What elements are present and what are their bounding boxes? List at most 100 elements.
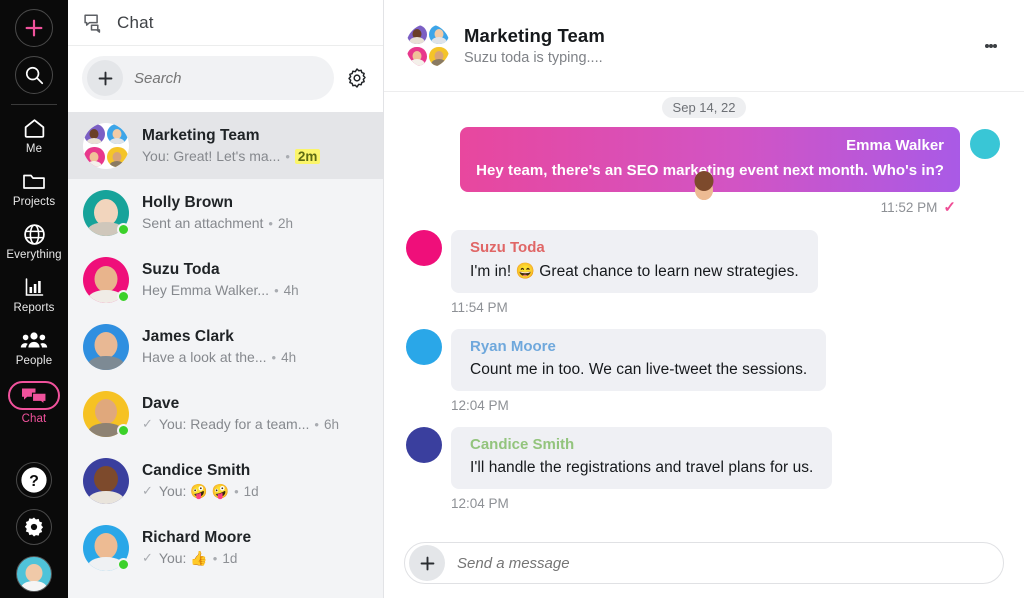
separator-dot: • <box>268 215 273 231</box>
group-avatar <box>406 23 450 68</box>
conversation-preview: Have a look at the... <box>142 349 267 365</box>
sidebar-item-reports[interactable]: Reports <box>0 268 68 321</box>
gear-icon <box>24 517 44 537</box>
search-input[interactable] <box>134 69 334 87</box>
svg-text:?: ? <box>29 473 39 490</box>
list-item[interactable]: Candice Smith ✓ You: 🤪 🤪 • 1d <box>68 447 383 514</box>
conversation-list: Marketing Team You: Great! Let's ma... •… <box>68 112 383 598</box>
conversation-preview: You: 👍 <box>158 549 208 566</box>
chat-active-pill <box>8 381 60 410</box>
sidebar-item-everything[interactable]: Everything <box>0 215 68 268</box>
rail-nav-items: Me Projects Everything Reports People Ch… <box>0 109 68 432</box>
message-thread: Sep 14, 22 Emma Walker Hey team, there's… <box>384 92 1024 532</box>
add-button[interactable] <box>15 9 53 47</box>
search-icon <box>25 66 44 85</box>
conversation-name: Richard Moore <box>142 528 252 546</box>
rail-top-actions <box>15 0 53 94</box>
conversation-name: Holly Brown <box>142 194 233 211</box>
avatar <box>83 524 130 571</box>
more-options-button[interactable] <box>978 30 1004 62</box>
timestamp: 2h <box>277 215 294 231</box>
separator-dot: • <box>274 282 279 298</box>
chat-application: Me Projects Everything Reports People Ch… <box>0 0 1024 598</box>
sidebar-item-label: Chat <box>21 413 47 425</box>
list-item[interactable]: Dave ✓ You: Ready for a team... • 6h <box>68 380 383 447</box>
plus-icon <box>420 556 434 570</box>
new-chat-button[interactable] <box>87 60 123 96</box>
online-indicator <box>117 423 130 437</box>
list-item[interactable]: Richard Moore ✓ You: 👍 • 1d <box>68 514 383 581</box>
separator-dot: • <box>285 148 290 164</box>
search-box[interactable] <box>82 56 334 100</box>
conversation-title: Marketing Team <box>464 25 605 46</box>
chat-bubbles-icon <box>22 388 47 404</box>
settings-button[interactable] <box>16 509 52 545</box>
rail-divider <box>11 104 57 105</box>
date-separator-label: Sep 14, 22 <box>661 96 747 118</box>
conversation-preview: Sent an attachment <box>142 215 264 231</box>
list-header: Chat <box>68 0 383 46</box>
online-indicator <box>117 222 130 236</box>
avatar[interactable] <box>16 556 52 592</box>
sidebar-item-projects[interactable]: Projects <box>0 162 68 215</box>
chat-bubbles-icon <box>84 13 101 33</box>
avatar <box>83 256 130 303</box>
separator-dot: • <box>271 349 277 365</box>
list-item[interactable]: Marketing Team You: Great! Let's ma... •… <box>68 112 383 179</box>
sidebar-item-label: Projects <box>12 196 56 208</box>
conversation-preview: Hey Emma Walker... <box>142 282 270 298</box>
list-item[interactable]: Holly Brown Sent an attachment • 2h <box>68 179 383 246</box>
help-button[interactable]: ? <box>16 462 52 498</box>
people-icon <box>20 328 48 352</box>
typing-status: Suzu toda is typing.... <box>464 50 603 66</box>
sidebar-item-label: Reports <box>13 302 55 314</box>
globe-icon <box>22 222 47 246</box>
conversation-list-panel: Chat Search Marketing Team You: Great! L… <box>68 0 384 598</box>
attach-button[interactable] <box>409 545 445 581</box>
conversation-panel: Marketing Team Suzu toda is typing.... S… <box>384 0 1024 598</box>
plus-icon <box>25 19 43 37</box>
sidebar-item-label: Everything <box>6 249 62 261</box>
search-row <box>68 46 383 112</box>
conversation-preview: You: Ready for a team... <box>158 416 310 432</box>
search-button[interactable] <box>15 56 53 94</box>
kebab-dot <box>993 43 997 48</box>
message-incoming: Candice Smith I'll handle the registrati… <box>406 171 1002 489</box>
sidebar-item-people[interactable]: People <box>0 321 68 374</box>
message-input[interactable] <box>457 554 1003 572</box>
list-item[interactable]: James Clark Have a look at the... • 4h <box>68 313 383 380</box>
avatar <box>406 171 714 463</box>
gear-icon <box>348 68 366 88</box>
timestamp: 4h <box>283 282 299 298</box>
timestamp: 4h <box>281 349 297 365</box>
plus-icon <box>98 71 112 85</box>
read-receipt-icon: ✓ <box>142 416 153 431</box>
page-title: Chat <box>117 12 154 32</box>
online-indicator <box>117 289 130 303</box>
list-settings-button[interactable] <box>342 63 372 93</box>
conversation-name: Marketing Team <box>142 127 260 144</box>
left-nav-rail: Me Projects Everything Reports People Ch… <box>0 0 68 598</box>
question-mark-icon: ? <box>21 467 47 493</box>
conversation-preview: You: 🤪 🤪 <box>158 482 230 499</box>
home-icon <box>22 116 47 140</box>
conversation-name: Candice Smith <box>142 461 251 479</box>
conversation-name: Suzu Toda <box>142 261 220 278</box>
separator-dot: • <box>234 483 239 499</box>
avatar <box>83 390 130 437</box>
sidebar-item-chat[interactable]: Chat <box>0 374 68 432</box>
conversation-name: James Clark <box>142 328 234 345</box>
bar-chart-icon <box>22 275 47 299</box>
sidebar-item-me[interactable]: Me <box>0 109 68 162</box>
sidebar-item-label: People <box>15 355 53 367</box>
composer-box[interactable] <box>404 542 1004 584</box>
avatar <box>83 122 129 169</box>
read-receipt-icon: ✓ <box>142 483 153 498</box>
folder-icon <box>21 169 47 193</box>
list-item[interactable]: Suzu Toda Hey Emma Walker... • 4h <box>68 246 383 313</box>
timestamp: 1d <box>222 550 238 566</box>
group-avatar <box>83 122 129 169</box>
online-indicator <box>117 557 130 571</box>
rail-bottom-actions: ? <box>0 462 68 592</box>
separator-dot: • <box>314 416 319 432</box>
